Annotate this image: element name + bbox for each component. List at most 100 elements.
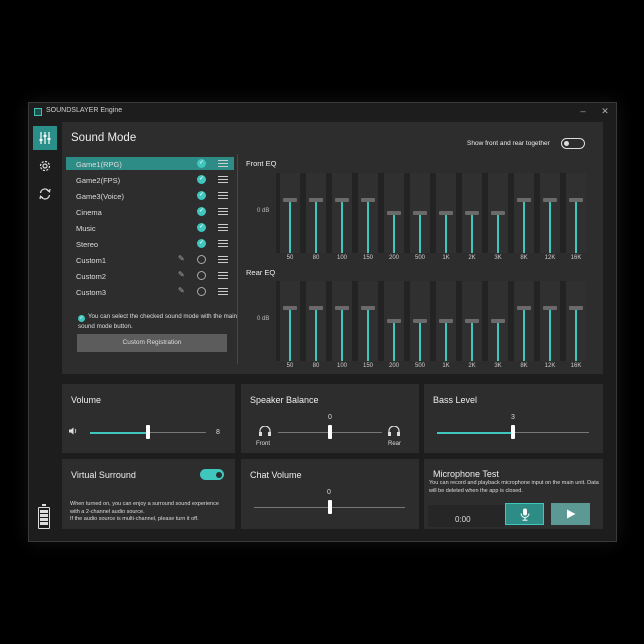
pencil-icon[interactable]: ✎: [178, 254, 185, 263]
close-button[interactable]: ✕: [599, 105, 611, 117]
menu-icon[interactable]: [218, 224, 228, 231]
front-eq-handle[interactable]: [491, 211, 505, 215]
sidebar-item-settings[interactable]: [33, 154, 57, 178]
record-button[interactable]: [505, 503, 544, 525]
checked-circle-icon[interactable]: ✓: [197, 239, 206, 248]
chat-volume-slider-thumb[interactable]: [327, 500, 332, 514]
rear-eq-handle[interactable]: [543, 306, 557, 310]
rear-eq-band[interactable]: [488, 281, 508, 361]
volume-slider-thumb[interactable]: [146, 425, 150, 439]
rear-eq-band[interactable]: [566, 281, 586, 361]
rear-eq-handle[interactable]: [413, 319, 427, 323]
front-eq-band[interactable]: [280, 173, 300, 253]
rear-eq-handle[interactable]: [361, 306, 375, 310]
front-eq-band[interactable]: [410, 173, 430, 253]
rear-eq-handle[interactable]: [517, 306, 531, 310]
front-eq-band[interactable]: [462, 173, 482, 253]
sound-mode-item[interactable]: Custom1 ✎: [66, 253, 234, 266]
sound-mode-item[interactable]: Stereo ✓: [66, 237, 234, 250]
rear-eq-band[interactable]: [410, 281, 430, 361]
rear-eq-band[interactable]: [384, 281, 404, 361]
front-eq-band[interactable]: [540, 173, 560, 253]
empty-circle-icon[interactable]: [197, 255, 206, 264]
front-eq-title: Front EQ: [246, 159, 277, 168]
rear-eq-band[interactable]: [306, 281, 326, 361]
menu-icon[interactable]: [218, 288, 228, 295]
bass-slider-fill: [437, 431, 513, 434]
front-eq-band[interactable]: [514, 173, 534, 253]
custom-registration-button[interactable]: Custom Registration: [77, 334, 227, 352]
rear-eq-handle[interactable]: [439, 319, 453, 323]
pencil-icon[interactable]: ✎: [178, 270, 185, 279]
front-eq-band[interactable]: [488, 173, 508, 253]
front-eq-band[interactable]: [358, 173, 378, 253]
rear-eq-level-bar: [315, 308, 317, 361]
sidebar-item-equalizer[interactable]: [33, 126, 57, 150]
front-eq-band[interactable]: [566, 173, 586, 253]
rear-eq-handle[interactable]: [465, 319, 479, 323]
rear-eq-band[interactable]: [436, 281, 456, 361]
rear-eq-handle[interactable]: [387, 319, 401, 323]
sidebar-item-sync[interactable]: [33, 182, 57, 206]
front-eq-handle[interactable]: [517, 198, 531, 202]
menu-icon[interactable]: [218, 176, 228, 183]
front-eq-frequency-label: 8K: [520, 255, 528, 261]
rear-eq-band[interactable]: [540, 281, 560, 361]
rear-eq-handle[interactable]: [309, 306, 323, 310]
checked-circle-icon[interactable]: ✓: [197, 207, 206, 216]
rear-eq-band[interactable]: [332, 281, 352, 361]
front-eq-handle[interactable]: [335, 198, 349, 202]
menu-icon[interactable]: [218, 192, 228, 199]
virtual-surround-toggle[interactable]: [200, 469, 224, 480]
front-eq-handle[interactable]: [465, 211, 479, 215]
empty-circle-icon[interactable]: [197, 287, 206, 296]
front-eq-handle[interactable]: [387, 211, 401, 215]
front-eq-band[interactable]: [384, 173, 404, 253]
front-eq-handle[interactable]: [283, 198, 297, 202]
rear-eq-band[interactable]: [280, 281, 300, 361]
sound-mode-label: Game1(RPG): [76, 159, 122, 169]
front-eq-handle[interactable]: [543, 198, 557, 202]
menu-icon[interactable]: [218, 272, 228, 279]
sound-mode-item[interactable]: Custom3 ✎: [66, 285, 234, 298]
mic-test-panel: Microphone Test You can record and playb…: [424, 459, 603, 529]
checked-circle-icon[interactable]: ✓: [197, 159, 206, 168]
front-eq-band[interactable]: [436, 173, 456, 253]
sound-mode-item[interactable]: Cinema ✓: [66, 205, 234, 218]
empty-circle-icon[interactable]: [197, 271, 206, 280]
menu-icon[interactable]: [218, 208, 228, 215]
sound-mode-item[interactable]: Game3(Voice) ✓: [66, 189, 234, 202]
front-eq-frequency-label: 12K: [544, 255, 556, 261]
show-front-rear-toggle[interactable]: [561, 138, 585, 149]
bass-slider-thumb[interactable]: [511, 425, 515, 439]
app-window: SOUNDSLAYER Engine – ✕ Sound Mode Show f…: [28, 102, 617, 542]
front-eq-handle[interactable]: [439, 211, 453, 215]
menu-icon[interactable]: [218, 160, 228, 167]
checked-circle-icon[interactable]: ✓: [197, 175, 206, 184]
checked-circle-icon[interactable]: ✓: [197, 191, 206, 200]
rear-eq-handle[interactable]: [283, 306, 297, 310]
sound-mode-item[interactable]: Music ✓: [66, 221, 234, 234]
sound-mode-item[interactable]: Game1(RPG) ✓: [66, 157, 234, 170]
front-eq-handle[interactable]: [361, 198, 375, 202]
sound-mode-item[interactable]: Game2(FPS) ✓: [66, 173, 234, 186]
front-eq-band[interactable]: [332, 173, 352, 253]
balance-slider-thumb[interactable]: [328, 425, 332, 439]
rear-eq-handle[interactable]: [335, 306, 349, 310]
sound-mode-item[interactable]: Custom2 ✎: [66, 269, 234, 282]
front-eq-handle[interactable]: [309, 198, 323, 202]
rear-eq-handle[interactable]: [491, 319, 505, 323]
play-button[interactable]: [551, 503, 590, 525]
rear-eq-band[interactable]: [462, 281, 482, 361]
rear-eq-band[interactable]: [358, 281, 378, 361]
menu-icon[interactable]: [218, 256, 228, 263]
menu-icon[interactable]: [218, 240, 228, 247]
front-eq-handle[interactable]: [569, 198, 583, 202]
checked-circle-icon[interactable]: ✓: [197, 223, 206, 232]
rear-eq-band[interactable]: [514, 281, 534, 361]
front-eq-handle[interactable]: [413, 211, 427, 215]
front-eq-band[interactable]: [306, 173, 326, 253]
minimize-button[interactable]: –: [577, 105, 589, 117]
rear-eq-handle[interactable]: [569, 306, 583, 310]
pencil-icon[interactable]: ✎: [178, 286, 185, 295]
